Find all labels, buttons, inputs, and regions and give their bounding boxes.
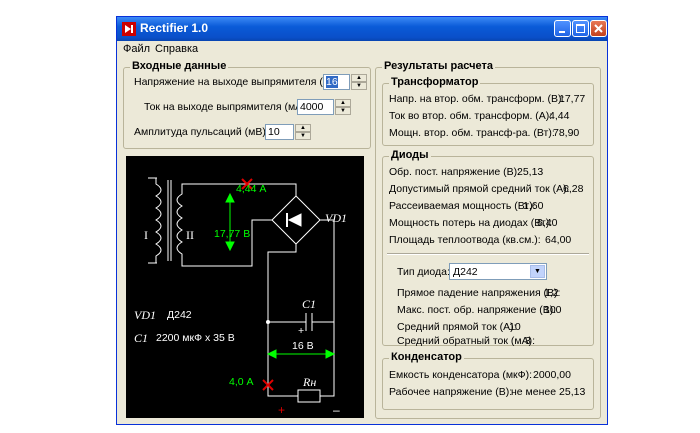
c-desc-name: C1 — [134, 331, 149, 345]
vd-desc-value: Д242 — [167, 309, 192, 321]
current-label: Ток на выходе выпрямителя (мА): — [144, 101, 309, 113]
forward-current-label: Допустимый прямой средний ток (А): — [389, 183, 570, 195]
diode-type-value: Д242 — [453, 266, 478, 278]
c-desc-value: 2200 мкФ х 35 В — [156, 332, 235, 344]
secondary-voltage-result: 17,77 — [559, 93, 586, 105]
minus-terminal: – — [333, 403, 340, 417]
current-spinner[interactable]: ▲ ▼ — [335, 99, 351, 115]
winding-secondary-label: II — [186, 228, 194, 242]
reverse-voltage-label: Обр. пост. напряжение (В): — [389, 166, 521, 178]
diode-type-label: Тип диода: — [397, 266, 450, 278]
maximize-button[interactable] — [572, 20, 589, 37]
heatsink-area-value: 64,00 — [545, 234, 572, 246]
vd-desc-name: VD1 — [134, 308, 156, 322]
window-title: Rectifier 1.0 — [140, 21, 209, 35]
secondary-current-result-label: Ток во втор. обм. трансформ. (А): — [389, 110, 553, 122]
max-reverse-voltage-value: 100 — [544, 304, 562, 316]
minimize-icon — [559, 31, 565, 33]
forward-drop-label: Прямое падение напряжения (В): — [397, 287, 561, 299]
secondary-voltage-result-label: Напр. на втор. обм. трансформ. (В): — [389, 93, 565, 105]
circuit-schematic: 4,44 А 17,77 В I II VD1 C1 + VD1 Д242 C1… — [126, 156, 364, 418]
voltage-value: 16 — [326, 76, 338, 88]
avg-reverse-current-label: Средний обратный ток (мА): — [397, 335, 536, 347]
maximize-icon — [576, 24, 585, 33]
secondary-voltage-label: 17,77 В — [214, 228, 251, 240]
heatsink-area-label: Площадь теплоотвода (кв.см.): — [389, 234, 541, 246]
secondary-current-result: 4,44 — [549, 110, 570, 122]
max-reverse-voltage-label: Макс. пост. обр. напряжение (В): — [397, 304, 557, 316]
results-title: Результаты расчета — [382, 60, 496, 72]
capacitance-value: 2000,00 — [533, 369, 571, 381]
diodes-separator — [387, 253, 589, 255]
plus-terminal: + — [278, 403, 286, 417]
diodes-title: Диоды — [389, 149, 431, 161]
bridge-label: VD1 — [325, 211, 347, 225]
capacitor-title: Конденсатор — [389, 351, 464, 363]
voltage-label: Напряжение на выходе выпрямителя (В): — [134, 76, 337, 88]
capacitance-label: Емкость конденсатора (мкФ): — [389, 369, 533, 381]
title-bar[interactable]: Rectifier 1.0 — [117, 17, 607, 41]
forward-drop-value: 1,2 — [544, 287, 559, 299]
reverse-voltage-value: 25,13 — [517, 166, 544, 178]
menu-file[interactable]: Файл — [123, 43, 150, 55]
main-window: Rectifier 1.0 Файл Справка Входные данны… — [116, 16, 608, 425]
dropdown-arrow-icon[interactable]: ▼ — [530, 265, 545, 278]
avg-reverse-current-value: 3 — [525, 335, 531, 347]
voltage-input[interactable]: 16 — [323, 74, 350, 90]
transformer-group: Трансформатор Напр. на втор. обм. трансф… — [382, 76, 594, 146]
close-icon — [594, 24, 603, 33]
menu-help[interactable]: Справка — [155, 43, 198, 55]
diodes-group: Диоды Обр. пост. напряжение (В): 25,13 Д… — [382, 149, 594, 347]
capacitor-group: Конденсатор Емкость конденсатора (мкФ): … — [382, 351, 594, 410]
avg-forward-current-label: Средний прямой ток (А): — [397, 321, 517, 333]
working-voltage-label: Рабочее напряжение (В): — [389, 386, 513, 398]
working-voltage-value: не менее 25,13 — [511, 386, 586, 398]
current-value: 4000 — [300, 101, 324, 113]
loss-power-label: Мощность потерь на диодах (Вт): — [389, 217, 553, 229]
diode-type-select[interactable]: Д242 ▼ — [449, 263, 547, 280]
ripple-label: Амплитуда пульсаций (мВ): — [134, 126, 269, 138]
load-voltage-label: 16 В — [292, 340, 314, 352]
secondary-current-label: 4,44 А — [236, 183, 267, 195]
voltage-spinner[interactable]: ▲ ▼ — [351, 74, 367, 90]
secondary-power-result-label: Мощн. втор. обм. трансф-ра. (Вт): — [389, 127, 555, 139]
load-current-label: 4,0 А — [229, 376, 254, 388]
capacitor-label: C1 — [302, 297, 317, 311]
secondary-power-result: 78,90 — [553, 127, 580, 139]
ripple-input[interactable]: 10 — [265, 124, 294, 140]
minimize-button[interactable] — [554, 20, 571, 37]
capacitor-plus: + — [298, 325, 305, 337]
load-label: Rн — [303, 375, 317, 389]
dissipated-power-label: Рассеиваемая мощность (Вт): — [389, 200, 536, 212]
ripple-value: 10 — [268, 126, 280, 138]
ripple-spinner[interactable]: ▲ ▼ — [295, 124, 311, 140]
loss-power-value: 6,40 — [537, 217, 558, 229]
dissipated-power-value: 1,60 — [523, 200, 544, 212]
winding-primary-label: I — [144, 228, 148, 242]
app-icon — [122, 22, 136, 36]
forward-current-value: 6,28 — [563, 183, 584, 195]
input-group: Входные данные Напряжение на выходе выпр… — [123, 60, 371, 149]
avg-forward-current-value: 10 — [509, 321, 521, 333]
transformer-title: Трансформатор — [389, 76, 481, 88]
close-button[interactable] — [590, 20, 607, 37]
current-input[interactable]: 4000 — [297, 99, 334, 115]
input-group-title: Входные данные — [130, 60, 229, 72]
results-group: Результаты расчета Трансформатор Напр. н… — [375, 60, 601, 419]
menu-bar: Файл Справка — [117, 41, 607, 58]
